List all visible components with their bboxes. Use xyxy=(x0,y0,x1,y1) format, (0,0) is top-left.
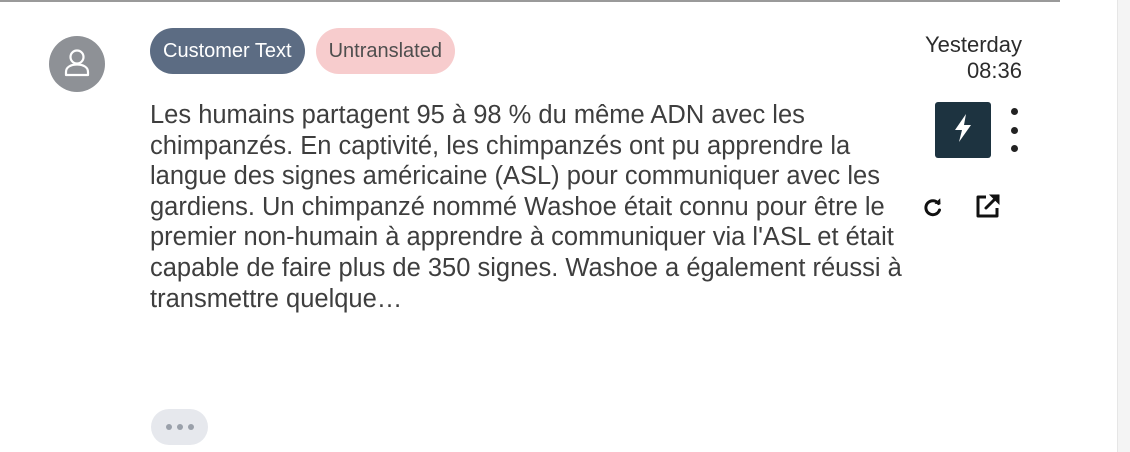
timestamp-time: 08:36 xyxy=(966,58,1022,83)
message-timestamp: Yesterday 08:36 xyxy=(925,32,1022,84)
expand-message-button[interactable] xyxy=(151,409,208,445)
user-icon xyxy=(63,47,91,82)
avatar xyxy=(49,36,105,92)
open-external-button[interactable] xyxy=(971,191,1005,225)
external-link-icon xyxy=(973,191,1003,226)
horizontal-ellipsis-icon xyxy=(165,424,172,430)
message-body: Les humains partagent 95 à 98 % du même … xyxy=(150,101,902,313)
message-type-badge: Customer Text xyxy=(150,28,305,74)
lightning-bolt-icon xyxy=(951,113,975,148)
refresh-button[interactable] xyxy=(920,196,946,222)
message-card: Customer Text Untranslated Yesterday 08:… xyxy=(0,0,1130,452)
vertical-ellipsis-icon xyxy=(1010,108,1018,115)
scrollbar-track[interactable] xyxy=(1117,0,1130,452)
message-badges: Customer Text Untranslated xyxy=(150,28,455,74)
refresh-icon xyxy=(922,196,944,223)
timestamp-day: Yesterday xyxy=(924,32,1022,57)
quick-action-button[interactable] xyxy=(935,102,991,158)
more-options-button[interactable] xyxy=(1004,108,1024,152)
translation-status-badge: Untranslated xyxy=(315,28,455,74)
divider xyxy=(0,0,1060,2)
